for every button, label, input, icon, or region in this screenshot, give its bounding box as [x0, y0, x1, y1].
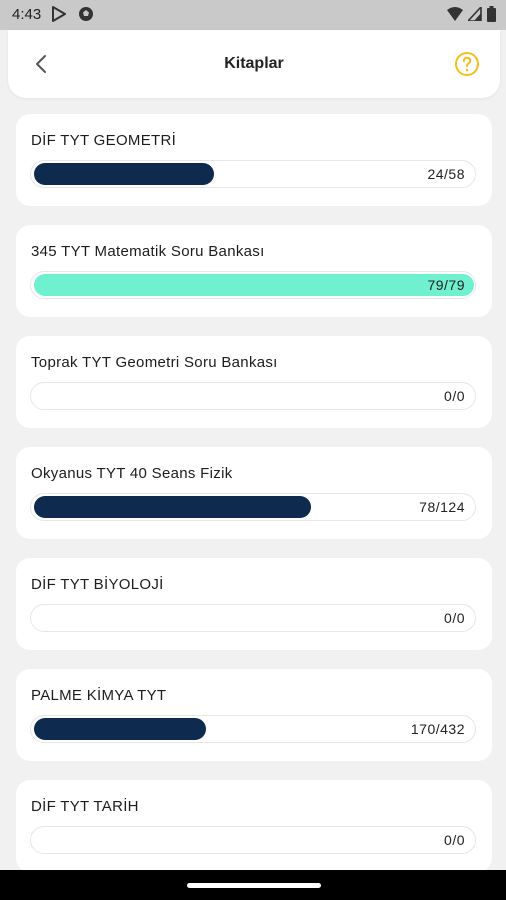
progress-track: 0/0 [30, 826, 476, 854]
book-card[interactable]: Toprak TYT Geometri Soru Bankası 0/0 [16, 336, 492, 428]
status-time: 4:43 [12, 6, 42, 23]
battery-icon [487, 6, 496, 22]
book-name: DİF TYT TARİH [31, 798, 139, 815]
question-circle-icon[interactable] [454, 51, 480, 77]
book-card[interactable]: PALME KİMYA TYT 170/432 [16, 669, 492, 761]
book-card[interactable]: DİF TYT TARİH 0/0 [16, 780, 492, 872]
progress-count: 78/124 [419, 499, 465, 515]
progress-track: 170/432 [30, 715, 476, 743]
wifi-icon [447, 7, 463, 21]
progress-fill [34, 163, 214, 185]
play-store-icon [52, 6, 66, 22]
app-header: Kitaplar [8, 30, 500, 98]
progress-count: 79/79 [427, 277, 465, 293]
progress-fill [34, 496, 311, 518]
system-nav-bar [0, 870, 506, 900]
book-name: Okyanus TYT 40 Seans Fizik [31, 465, 233, 482]
progress-count: 170/432 [410, 721, 465, 737]
signal-icon [468, 7, 482, 21]
book-name: PALME KİMYA TYT [31, 687, 167, 704]
book-name: DİF TYT GEOMETRİ [31, 132, 177, 149]
progress-count: 0/0 [444, 832, 465, 848]
book-card[interactable]: DİF TYT BİYOLOJİ 0/0 [16, 558, 492, 650]
progress-track: 78/124 [30, 493, 476, 521]
book-name: 345 TYT Matematik Soru Bankası [31, 243, 265, 260]
progress-track: 24/58 [30, 160, 476, 188]
book-name: Toprak TYT Geometri Soru Bankası [31, 354, 278, 371]
status-bar: 4:43 [0, 0, 506, 30]
progress-fill [34, 274, 474, 296]
progress-fill [34, 718, 206, 740]
progress-track: 0/0 [30, 382, 476, 410]
book-card[interactable]: Okyanus TYT 40 Seans Fizik 78/124 [16, 447, 492, 539]
progress-count: 0/0 [444, 388, 465, 404]
book-name: DİF TYT BİYOLOJİ [31, 576, 164, 593]
page-title: Kitaplar [224, 55, 284, 72]
progress-count: 24/58 [427, 166, 465, 182]
soccer-ball-icon [79, 7, 93, 21]
book-card[interactable]: 345 TYT Matematik Soru Bankası 79/79 [16, 225, 492, 317]
progress-count: 0/0 [444, 610, 465, 626]
book-card[interactable]: DİF TYT GEOMETRİ 24/58 [16, 114, 492, 206]
progress-track: 79/79 [30, 271, 476, 299]
progress-track: 0/0 [30, 604, 476, 632]
home-gesture-handle[interactable] [187, 883, 321, 888]
